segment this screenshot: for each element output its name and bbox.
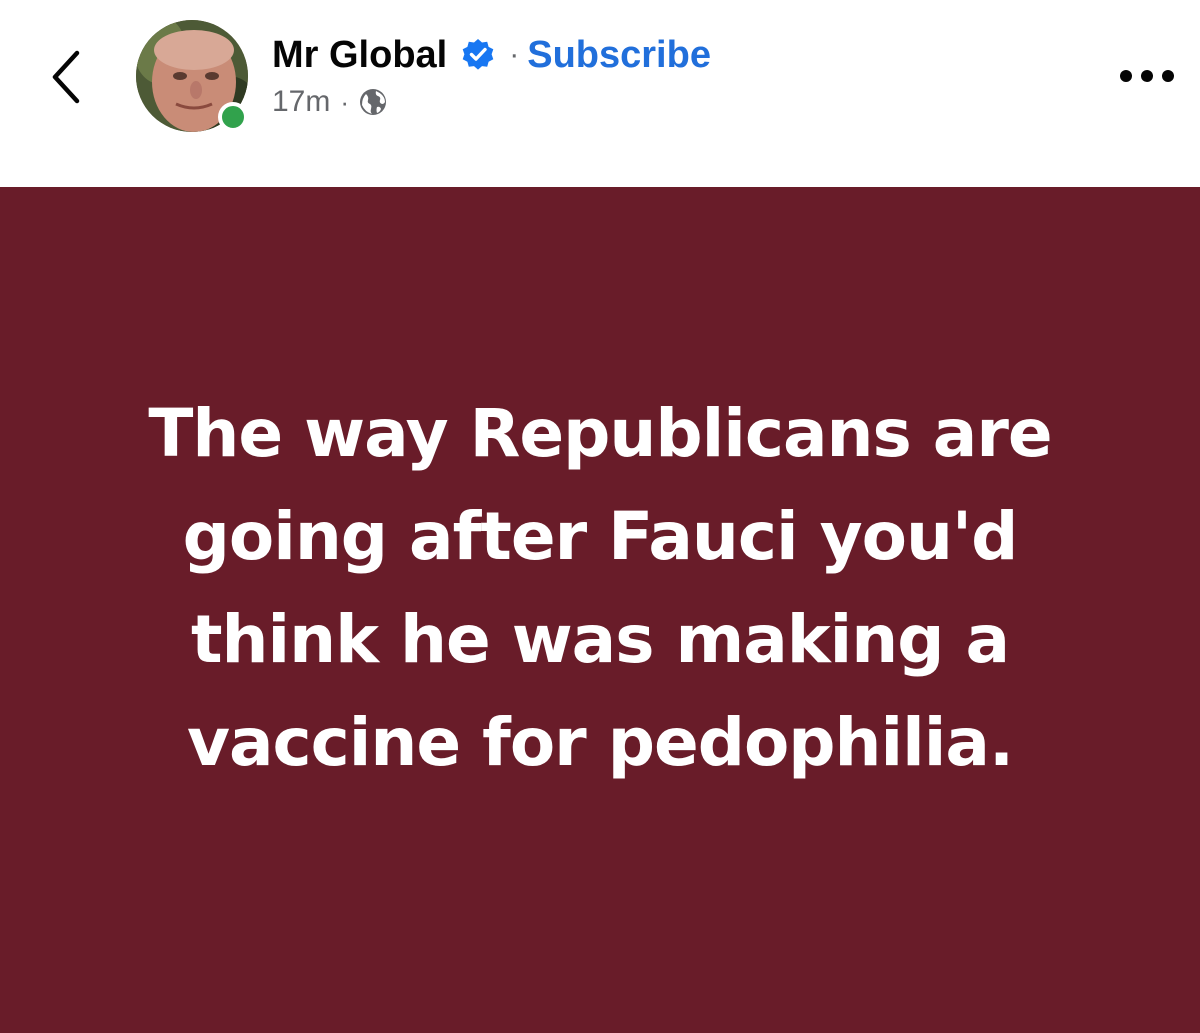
post-text: The way Republicans are going after Fauc… <box>148 395 1052 781</box>
subscribe-button[interactable]: Subscribe <box>527 34 711 77</box>
chevron-left-icon <box>52 50 80 104</box>
meta-separator: · <box>340 86 350 117</box>
post-background-card: The way Republicans are going after Fauc… <box>0 187 1200 1033</box>
author-name-row: Mr Global · Subscribe <box>272 30 711 80</box>
post-header: Mr Global · Subscribe 17m · <box>0 0 1200 187</box>
globe-icon[interactable] <box>359 88 387 116</box>
author-avatar[interactable] <box>136 20 252 136</box>
post-screen: Mr Global · Subscribe 17m · The way Repu… <box>0 0 1200 1033</box>
online-status-dot <box>218 102 248 132</box>
author-name[interactable]: Mr Global <box>272 34 447 77</box>
more-horizontal-icon <box>1120 70 1174 82</box>
back-button[interactable] <box>36 42 96 112</box>
post-timestamp[interactable]: 17m <box>272 85 330 119</box>
more-options-button[interactable] <box>1112 52 1182 100</box>
post-meta-row: 17m · <box>272 84 387 120</box>
verified-badge-icon <box>461 38 495 72</box>
name-separator: · <box>509 38 520 71</box>
